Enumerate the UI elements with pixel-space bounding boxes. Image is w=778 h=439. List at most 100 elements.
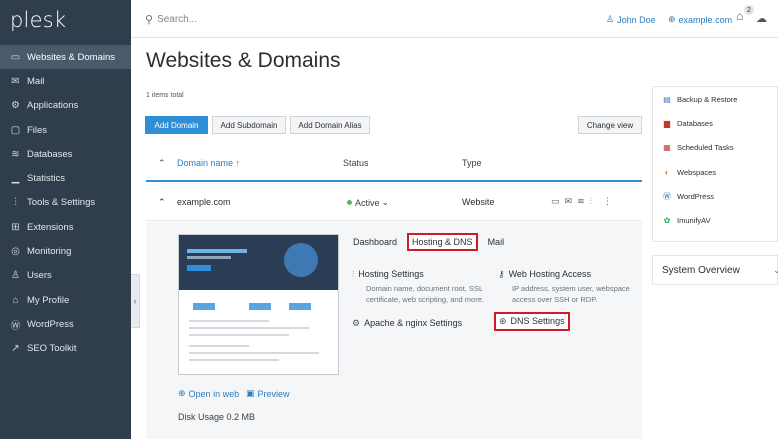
hosting-settings-desc-line2: certificate, web scripting, and more.: [366, 295, 484, 304]
user-menu[interactable]: ♙ John Doe: [606, 14, 656, 25]
gear-icon: ⚙: [352, 318, 361, 328]
sidebar: plesk ▭ Websites & Domains ✉ Mail ⚙ Applicati…: [0, 0, 131, 439]
row-actions: ▭ ✉ ≋ ⫶ ⋮: [551, 196, 612, 207]
statistics-icon: ▁: [11, 173, 20, 185]
mail-icon[interactable]: ✉: [565, 196, 573, 207]
sidebar-item-websites-domains[interactable]: ▭ Websites & Domains: [0, 45, 131, 70]
quick-link-label: Webspaces: [677, 167, 717, 177]
sidebar-item-extensions[interactable]: ⊞ Extensions: [0, 215, 131, 239]
sidebar-item-mail[interactable]: ✉ Mail: [0, 69, 131, 93]
quick-link-databases[interactable]: ▆ Databases: [653, 111, 777, 135]
add-domain-button[interactable]: Add Domain: [145, 116, 208, 134]
tab-dashboard[interactable]: Dashboard: [352, 237, 398, 251]
sidebar-item-databases[interactable]: ≋ Databases: [0, 142, 131, 166]
sidebar-item-seo-toolkit[interactable]: ↗ SEO Toolkit: [0, 337, 131, 361]
dns-settings-link[interactable]: ⊕ DNS Settings: [494, 312, 570, 331]
user-name: John Doe: [617, 14, 656, 25]
apache-nginx-settings-link[interactable]: ⚙ Apache & nginx Settings: [352, 318, 462, 329]
plesk-logo[interactable]: plesk: [10, 8, 66, 32]
sidebar-item-files[interactable]: ▢ Files: [0, 118, 131, 142]
tab-mail[interactable]: Mail: [487, 237, 506, 251]
web-hosting-access-link[interactable]: ⚷ Web Hosting Access: [498, 269, 591, 280]
column-domain-name[interactable]: Domain name ↑: [177, 158, 240, 168]
sidebar-item-label: Monitoring: [27, 246, 72, 258]
globe-icon: ⊕: [499, 316, 507, 326]
expand-all-icon[interactable]: ⌃: [158, 158, 166, 169]
column-status[interactable]: Status: [343, 158, 369, 168]
sidebar-item-my-profile[interactable]: ⌂ My Profile: [0, 288, 131, 312]
seo-toolkit-icon: ↗: [11, 343, 20, 355]
cloud-icon[interactable]: ☁: [756, 12, 767, 25]
database-icon: ▆: [663, 118, 671, 128]
sidebar-item-label: WordPress: [27, 318, 74, 330]
collapse-row-icon[interactable]: ⌃: [158, 197, 166, 208]
more-icon[interactable]: ⋮: [603, 196, 612, 207]
items-total: 1 items total: [146, 92, 184, 99]
sidebar-item-applications[interactable]: ⚙ Applications: [0, 94, 131, 118]
apache-nginx-title: Apache & nginx Settings: [364, 318, 463, 328]
preview-icon: ▣: [246, 388, 255, 398]
sidebar-item-wordpress[interactable]: Ⓦ WordPress: [0, 312, 131, 336]
users-icon: ♙: [11, 270, 20, 282]
sidebar-item-monitoring[interactable]: ◎ Monitoring: [0, 239, 131, 263]
quick-link-scheduled-tasks[interactable]: ▦ Scheduled Tasks: [653, 136, 777, 160]
database-icon[interactable]: ≋: [577, 196, 585, 207]
monitor-icon: ▭: [10, 51, 21, 63]
user-icon: ♙: [606, 14, 615, 24]
files-icon: ▢: [10, 124, 21, 136]
calendar-icon: ▦: [663, 143, 671, 153]
open-in-web-link[interactable]: ⊕ Open in web: [178, 388, 239, 399]
key-icon: ⚷: [498, 269, 505, 279]
status-dot-icon: [347, 200, 352, 205]
sidebar-item-users[interactable]: ♙ Users: [0, 264, 131, 288]
sidebar-collapse-button[interactable]: ‹: [131, 274, 140, 328]
status-badge[interactable]: Active ⌄: [347, 197, 389, 208]
quick-link-webspaces[interactable]: ◐ Webspaces: [653, 160, 777, 184]
quick-link-imunifyav[interactable]: ✿ ImunifyAV: [653, 208, 777, 232]
dns-settings-title: DNS Settings: [510, 316, 565, 326]
domain-selector[interactable]: ⊕ example.com: [668, 14, 732, 25]
site-screenshot[interactable]: [178, 234, 339, 375]
preview-label: Preview: [257, 388, 290, 399]
chevron-down-icon: ⌄: [773, 265, 778, 275]
quick-link-label: Scheduled Tasks: [677, 143, 734, 153]
hosting-settings-desc: Domain name, document root, SSL certific…: [366, 283, 484, 305]
domain-name[interactable]: example.com: [177, 197, 231, 207]
wordpress-icon: Ⓦ: [663, 191, 671, 201]
quick-link-label: Databases: [677, 118, 713, 128]
sidebar-item-tools-settings[interactable]: ⫶ Tools & Settings: [0, 191, 131, 215]
add-subdomain-button[interactable]: Add Subdomain: [212, 116, 286, 134]
hosting-settings-desc-line1: Domain name, document root, SSL: [366, 284, 484, 293]
sidebar-item-label: Databases: [27, 148, 73, 160]
domain-selector-label: example.com: [678, 14, 733, 25]
preview-link[interactable]: ▣ Preview: [246, 388, 290, 399]
monitoring-icon: ◎: [11, 246, 20, 258]
change-view-button[interactable]: Change view: [578, 116, 642, 134]
column-type[interactable]: Type: [462, 158, 482, 168]
settings-icon[interactable]: ⫶: [590, 196, 592, 207]
chevron-down-icon: ⌄: [381, 197, 390, 207]
domain-type: Website: [462, 197, 495, 207]
web-hosting-access-desc: IP address, system user, webspace access…: [512, 283, 630, 305]
tab-hosting-dns[interactable]: Hosting & DNS: [407, 233, 478, 251]
search-input[interactable]: ⚲ Search...: [145, 13, 197, 26]
sliders-icon: ⫶: [352, 269, 355, 279]
quick-link-backup-restore[interactable]: ▤ Backup & Restore: [653, 87, 777, 111]
disk-usage: Disk Usage 0.2 MB: [178, 412, 256, 422]
system-overview-panel[interactable]: System Overview ⌄: [652, 255, 778, 285]
profile-icon: ⌂: [12, 294, 19, 306]
globe-icon: ⊕: [178, 388, 186, 398]
sidebar-item-label: My Profile: [27, 294, 70, 306]
chevron-left-icon: ‹: [133, 296, 137, 306]
sidebar-item-label: Users: [27, 270, 52, 282]
folder-icon[interactable]: ▭: [551, 196, 560, 207]
mail-icon: ✉: [11, 75, 20, 87]
search-icon: ⚲: [145, 14, 154, 26]
add-domain-alias-button[interactable]: Add Domain Alias: [290, 116, 370, 134]
databases-icon: ≋: [11, 148, 20, 160]
hosting-settings-link[interactable]: ⫶ Hosting Settings: [352, 269, 424, 280]
sidebar-item-label: SEO Toolkit: [27, 343, 77, 355]
top-bar: ⚲ Search... ♙ John Doe ⊕ example.com ⌂ 2…: [131, 0, 778, 38]
quick-link-wordpress[interactable]: Ⓦ WordPress: [653, 184, 777, 208]
sidebar-item-statistics[interactable]: ▁ Statistics: [0, 166, 131, 190]
